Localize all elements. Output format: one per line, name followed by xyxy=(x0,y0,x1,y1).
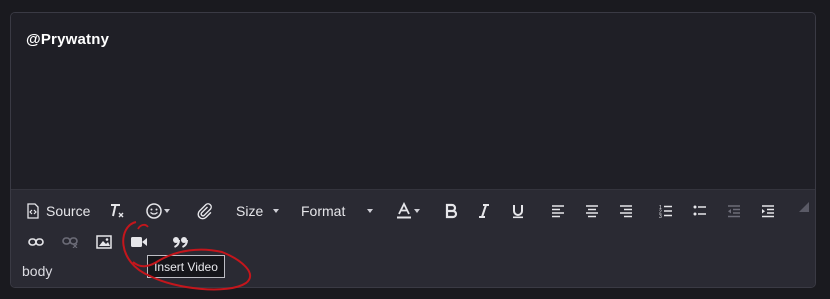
smiley-icon xyxy=(145,202,163,220)
image-button[interactable] xyxy=(94,232,114,252)
insert-video-tooltip: Insert Video xyxy=(147,255,225,278)
align-center-icon xyxy=(585,204,599,218)
align-right-icon xyxy=(619,204,633,218)
bulleted-list-button[interactable] xyxy=(690,200,710,222)
svg-text:3: 3 xyxy=(659,214,662,218)
link-icon xyxy=(28,237,44,247)
indent-icon xyxy=(761,204,775,218)
blockquote-button[interactable] xyxy=(169,232,191,252)
align-right-button[interactable] xyxy=(616,200,636,222)
source-label: Source xyxy=(46,203,91,219)
bulleted-list-icon xyxy=(693,204,707,218)
remove-format-button[interactable] xyxy=(107,200,127,222)
paperclip-icon xyxy=(195,202,213,220)
chevron-down-icon xyxy=(273,209,280,213)
size-label: Size xyxy=(236,203,264,219)
link-button[interactable] xyxy=(26,232,46,252)
align-center-button[interactable] xyxy=(582,200,602,222)
video-icon xyxy=(130,236,148,248)
chevron-down-icon xyxy=(164,209,170,213)
size-dropdown[interactable]: Size xyxy=(236,200,280,222)
text-color-icon xyxy=(396,202,412,220)
chevron-down-icon xyxy=(367,209,374,213)
editor-content-area[interactable]: @Prywatny xyxy=(11,13,815,189)
unlink-button[interactable] xyxy=(60,232,80,252)
bold-icon xyxy=(444,203,458,219)
source-icon xyxy=(26,203,40,219)
rich-text-editor: @Prywatny Source Size Format 1 2 3 body xyxy=(10,12,816,288)
editor-text: @Prywatny xyxy=(26,31,110,48)
text-color-button[interactable] xyxy=(396,200,420,222)
underline-button[interactable] xyxy=(508,200,528,222)
image-icon xyxy=(96,235,112,249)
format-dropdown[interactable]: Format xyxy=(301,200,374,222)
elements-path[interactable]: body xyxy=(22,263,52,279)
insert-video-button[interactable] xyxy=(128,232,150,252)
bold-button[interactable] xyxy=(441,200,461,222)
remove-format-icon xyxy=(108,202,126,220)
attach-button[interactable] xyxy=(194,200,214,222)
resize-handle[interactable] xyxy=(799,202,809,212)
indent-button[interactable] xyxy=(758,200,778,222)
chevron-down-icon xyxy=(414,209,420,213)
numbered-list-button[interactable]: 123 xyxy=(656,200,676,222)
italic-button[interactable] xyxy=(474,200,494,222)
quote-icon xyxy=(172,236,188,248)
outdent-icon xyxy=(727,204,741,218)
underline-icon xyxy=(511,203,525,219)
editor-toolbar: Source Size Format 1 2 3 body xyxy=(11,189,815,287)
format-label: Format xyxy=(301,203,346,219)
numbered-list-icon: 123 xyxy=(659,204,673,218)
align-left-icon xyxy=(551,204,565,218)
emoji-button[interactable] xyxy=(145,200,170,222)
align-left-button[interactable] xyxy=(548,200,568,222)
italic-icon xyxy=(477,203,491,219)
unlink-icon xyxy=(62,236,78,248)
outdent-button[interactable] xyxy=(724,200,744,222)
source-button[interactable]: Source xyxy=(26,200,90,222)
